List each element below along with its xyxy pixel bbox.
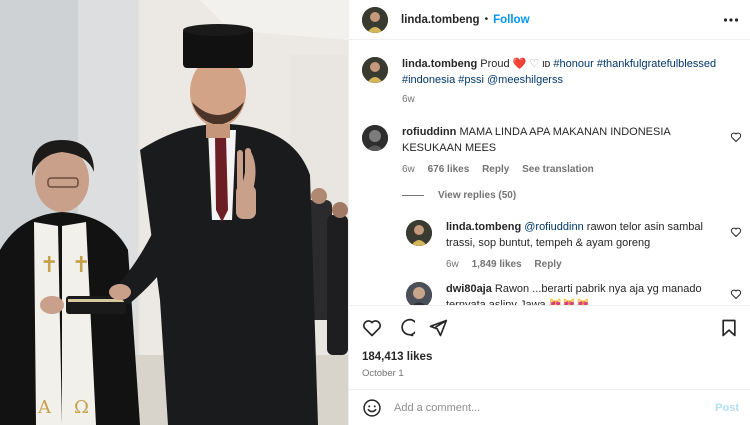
reply-row: dwi80aja Rawon ...berarti pabrik nya aja… [406, 282, 742, 305]
post-actions: 184,413 likes October 1 [349, 305, 750, 389]
caption-meta: 6w [402, 92, 718, 108]
avatar-photo-icon [406, 220, 432, 246]
commenter-avatar[interactable] [362, 125, 388, 151]
comment-username[interactable]: rofiuddinn [402, 126, 456, 138]
reply-username[interactable]: dwi80aja [446, 283, 492, 295]
view-replies-label[interactable]: View replies (50) [438, 190, 516, 201]
reply-reply-button[interactable]: Reply [534, 259, 561, 270]
like-heart-icon[interactable] [362, 318, 382, 338]
save-bookmark-icon[interactable] [719, 318, 739, 338]
avatar-photo-icon [406, 282, 432, 305]
caption-body: linda.tombeng Proud ❤️ ♡ ID #honour #tha… [402, 57, 718, 108]
comment-reply-button[interactable]: Reply [482, 164, 509, 175]
add-comment-input[interactable]: Add a comment... [394, 402, 715, 414]
post-side-panel: linda.tombeng • Follow linda.tombeng Pro… [348, 0, 750, 425]
reply-avatar[interactable] [406, 282, 432, 305]
reply-mention[interactable]: @rofiuddinn [524, 221, 583, 233]
view-replies-toggle[interactable]: View replies (50) [402, 190, 516, 201]
share-send-icon[interactable] [428, 318, 448, 338]
photo-illustration: ✝ ✝ Α Ω [0, 0, 348, 425]
likes-count[interactable]: 184,413 likes [362, 351, 432, 363]
avatar-photo-icon [362, 6, 388, 33]
view-replies-line [402, 195, 424, 196]
caption-time[interactable]: 6w [402, 94, 415, 105]
caption-username[interactable]: linda.tombeng [402, 58, 477, 70]
author-username[interactable]: linda.tombeng [401, 14, 480, 26]
follow-button[interactable]: Follow [493, 14, 529, 26]
instagram-post-modal: ✝ ✝ Α Ω linda.tombeng • Follow linda.tom… [0, 0, 750, 425]
post-header: linda.tombeng • Follow [349, 0, 750, 40]
reply-body: linda.tombeng @rofiuddinn rawon telor as… [446, 220, 718, 273]
post-date[interactable]: October 1 [362, 368, 404, 379]
caption-text: Proud [480, 58, 510, 70]
avatar-photo-icon [362, 125, 388, 151]
reply-body: dwi80aja Rawon ...berarti pabrik nya aja… [446, 282, 718, 305]
reply-username[interactable]: linda.tombeng [446, 221, 521, 233]
like-comment-heart-icon[interactable] [730, 131, 742, 143]
reply-row: linda.tombeng @rofiuddinn rawon telor as… [406, 220, 742, 275]
comment-row: rofiuddinn MAMA LINDA APA MAKANAN INDONE… [362, 125, 742, 185]
reply-avatar[interactable] [406, 220, 432, 246]
reply-time[interactable]: 6w [446, 259, 459, 270]
more-options-icon[interactable] [723, 12, 739, 28]
like-reply-heart-icon[interactable] [730, 226, 742, 238]
emoji-picker-icon[interactable] [362, 398, 382, 418]
svg-text:Ω: Ω [74, 397, 89, 418]
comments-list[interactable]: linda.tombeng Proud ❤️ ♡ ID #honour #tha… [349, 40, 750, 305]
reply-meta: 6w 1,849 likes Reply [446, 257, 718, 273]
caption-avatar[interactable] [362, 57, 388, 83]
post-comment-button[interactable]: Post [715, 402, 739, 414]
red-heart-emoji: ❤️ [512, 58, 527, 70]
indonesia-flag-emoji: ID [542, 60, 551, 69]
comment-meta: 6w 676 likes Reply See translation [402, 162, 718, 178]
avatar-photo-icon [362, 57, 388, 83]
caption-row: linda.tombeng Proud ❤️ ♡ ID #honour #tha… [362, 57, 742, 107]
svg-text:✝: ✝ [40, 253, 58, 278]
see-translation-link[interactable]: See translation [522, 164, 594, 175]
svg-text:Α: Α [37, 397, 52, 418]
comment-time[interactable]: 6w [402, 164, 415, 175]
post-photo[interactable]: ✝ ✝ Α Ω [0, 0, 348, 425]
comment-bubble-icon[interactable] [395, 318, 415, 338]
white-heart-emoji: ♡ [529, 58, 540, 70]
header-separator: • [484, 14, 489, 25]
author-avatar[interactable] [362, 6, 388, 33]
reply-likes[interactable]: 1,849 likes [472, 259, 522, 270]
comment-composer: Add a comment... Post [349, 389, 750, 425]
like-reply-heart-icon[interactable] [730, 288, 742, 300]
svg-text:✝: ✝ [72, 253, 90, 278]
comment-likes[interactable]: 676 likes [428, 164, 470, 175]
comment-body: rofiuddinn MAMA LINDA APA MAKANAN INDONE… [402, 125, 718, 178]
